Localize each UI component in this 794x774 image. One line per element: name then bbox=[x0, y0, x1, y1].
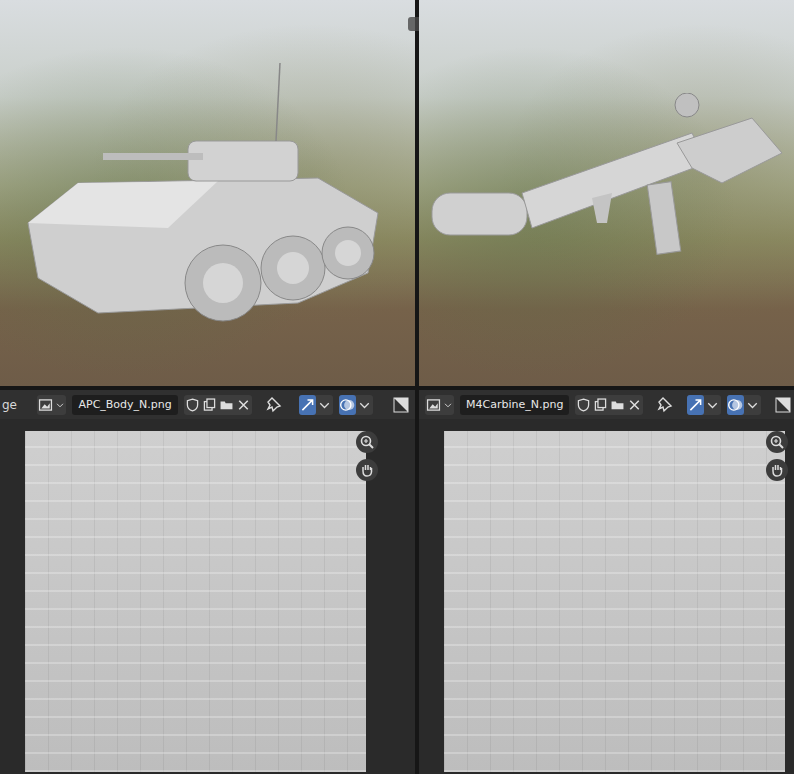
display-channels-button[interactable] bbox=[773, 395, 793, 415]
dropdown-arrow[interactable] bbox=[704, 395, 721, 415]
pin-icon bbox=[264, 395, 284, 415]
dropdown-arrow[interactable] bbox=[316, 395, 333, 415]
gizmo-icon bbox=[687, 395, 704, 415]
folder-button[interactable] bbox=[609, 395, 626, 415]
overlay-toggle[interactable] bbox=[727, 395, 761, 415]
zoom-icon bbox=[769, 434, 785, 450]
overlay-toggle[interactable] bbox=[339, 395, 373, 415]
m4-model bbox=[422, 93, 792, 293]
fake-user-icon bbox=[575, 395, 592, 415]
channels-icon bbox=[391, 395, 411, 415]
pin-button[interactable] bbox=[264, 395, 284, 415]
mode-label[interactable]: ge bbox=[0, 398, 19, 412]
pin-icon bbox=[655, 395, 675, 415]
image-actions bbox=[184, 395, 252, 415]
duplicate-button[interactable] bbox=[201, 395, 218, 415]
chevron-icon bbox=[54, 395, 66, 415]
image-browse-button[interactable] bbox=[425, 395, 442, 415]
dropdown-arrow[interactable] bbox=[744, 395, 761, 415]
pan-button[interactable] bbox=[766, 459, 788, 481]
image-icon bbox=[37, 395, 54, 415]
close-button[interactable] bbox=[235, 395, 252, 415]
close-icon bbox=[626, 395, 643, 415]
dropdown-arrow[interactable] bbox=[54, 395, 66, 415]
overlay-icon bbox=[339, 395, 356, 415]
dropdown-arrow[interactable] bbox=[442, 395, 454, 415]
navigation-tools bbox=[356, 431, 378, 481]
image-editor: ge APC_Body_N.png bbox=[0, 390, 415, 774]
zoom-button[interactable] bbox=[766, 431, 788, 453]
fake-user-icon bbox=[184, 395, 201, 415]
image-view[interactable] bbox=[419, 419, 794, 774]
overlay-button[interactable] bbox=[339, 395, 356, 415]
image-actions bbox=[575, 395, 643, 415]
chevron-icon bbox=[316, 395, 333, 415]
fake-user-button[interactable] bbox=[575, 395, 592, 415]
overlay-button[interactable] bbox=[727, 395, 744, 415]
dropdown-arrow[interactable] bbox=[356, 395, 373, 415]
folder-icon bbox=[609, 395, 626, 415]
editor-header: M4Carbine_N.png bbox=[419, 390, 794, 419]
image-browse-button[interactable] bbox=[37, 395, 54, 415]
duplicate-button[interactable] bbox=[592, 395, 609, 415]
pin-button[interactable] bbox=[655, 395, 675, 415]
fake-user-button[interactable] bbox=[184, 395, 201, 415]
editor-header: ge APC_Body_N.png bbox=[0, 390, 415, 419]
hand-icon bbox=[769, 462, 785, 478]
image-name-field[interactable]: M4Carbine_N.png bbox=[460, 395, 569, 415]
channels-icon bbox=[773, 395, 793, 415]
apc-model bbox=[18, 63, 398, 323]
zoom-icon bbox=[359, 434, 375, 450]
zoom-button[interactable] bbox=[356, 431, 378, 453]
gizmo-toggle[interactable] bbox=[687, 395, 721, 415]
close-icon bbox=[235, 395, 252, 415]
viewport-apc[interactable] bbox=[0, 0, 415, 386]
display-channels-button[interactable] bbox=[391, 395, 411, 415]
image-browse[interactable] bbox=[425, 395, 454, 415]
pan-button[interactable] bbox=[356, 459, 378, 481]
image-icon bbox=[425, 395, 442, 415]
overlay-icon bbox=[727, 395, 744, 415]
gizmo-toggle[interactable] bbox=[299, 395, 333, 415]
navigation-tools bbox=[766, 431, 788, 481]
duplicate-icon bbox=[201, 395, 218, 415]
close-button[interactable] bbox=[626, 395, 643, 415]
image-browse[interactable] bbox=[37, 395, 66, 415]
duplicate-icon bbox=[592, 395, 609, 415]
chevron-icon bbox=[442, 395, 454, 415]
normal-map-image bbox=[25, 431, 366, 772]
gizmo-icon bbox=[299, 395, 316, 415]
gizmo-button[interactable] bbox=[687, 395, 704, 415]
chevron-icon bbox=[704, 395, 721, 415]
image-view[interactable] bbox=[0, 419, 415, 774]
image-editor: M4Carbine_N.png bbox=[419, 390, 794, 774]
chevron-icon bbox=[356, 395, 373, 415]
normal-map-image bbox=[444, 431, 785, 772]
folder-button[interactable] bbox=[218, 395, 235, 415]
gizmo-button[interactable] bbox=[299, 395, 316, 415]
hand-icon bbox=[359, 462, 375, 478]
viewport-m4[interactable] bbox=[419, 0, 794, 386]
image-name-field[interactable]: APC_Body_N.png bbox=[72, 395, 177, 415]
chevron-icon bbox=[744, 395, 761, 415]
folder-icon bbox=[218, 395, 235, 415]
